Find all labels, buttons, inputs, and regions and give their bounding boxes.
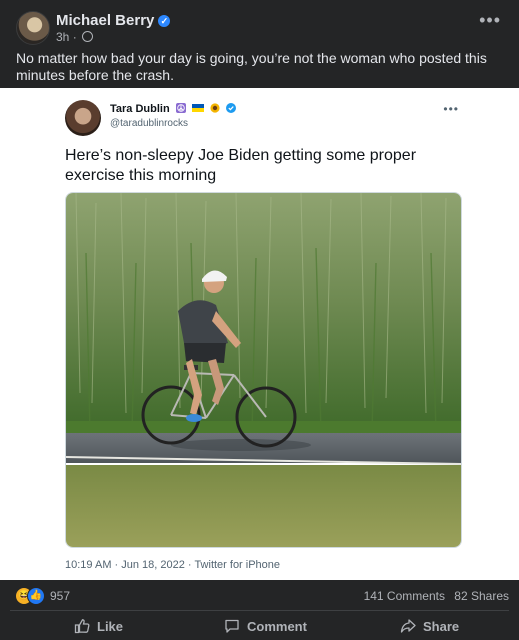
tweet-text: Here’s non-sleepy Joe Biden getting some… bbox=[65, 147, 417, 184]
tweet-photo bbox=[65, 192, 462, 548]
author-avatar[interactable] bbox=[16, 11, 50, 45]
more-icon[interactable]: ••• bbox=[479, 11, 501, 29]
tweet-handle: @taradublinrocks bbox=[110, 118, 188, 129]
post-caption: No matter how bad your day is going, you… bbox=[16, 50, 487, 83]
action-bar: Like Comment Share bbox=[0, 612, 519, 640]
tweet-card: Tara Dublin @taradublinrocks ••• Here’s … bbox=[47, 88, 473, 580]
facebook-post: Michael Berry ✓ 3h · ••• No matter how ba… bbox=[0, 0, 519, 640]
post-stats: 😆 👍 957 141 Comments 82 Shares bbox=[0, 580, 519, 610]
author-name-row: Michael Berry ✓ bbox=[56, 12, 171, 29]
engagement-counts: 141 Comments 82 Shares bbox=[358, 589, 509, 603]
share-icon bbox=[400, 619, 416, 633]
share-button[interactable]: Share bbox=[400, 612, 459, 640]
author-name[interactable]: Michael Berry bbox=[56, 12, 154, 29]
comment-icon bbox=[225, 619, 239, 633]
more-icon: ••• bbox=[443, 102, 459, 116]
tweet-avatar bbox=[65, 100, 101, 136]
cyclist-photo bbox=[66, 193, 461, 547]
globe-icon bbox=[82, 31, 94, 42]
tweet-author-name: Tara Dublin bbox=[110, 103, 170, 115]
sunflower-icon bbox=[210, 103, 220, 113]
like-icon bbox=[74, 619, 90, 634]
shared-image[interactable]: Tara Dublin @taradublinrocks ••• Here’s … bbox=[0, 88, 519, 580]
post-meta: 3h · bbox=[56, 30, 94, 44]
like-label: Like bbox=[97, 618, 124, 634]
like-reaction-icon: 👍 bbox=[27, 587, 45, 605]
divider bbox=[10, 610, 509, 611]
comment-button[interactable]: Comment bbox=[224, 612, 307, 640]
tweet-name-row: Tara Dublin bbox=[110, 103, 236, 115]
reaction-count[interactable]: 957 bbox=[50, 589, 70, 603]
ukraine-flag-icon bbox=[191, 104, 204, 112]
comment-count[interactable]: 141 Comments bbox=[364, 589, 445, 603]
share-count[interactable]: 82 Shares bbox=[454, 589, 509, 603]
verified-icon: ✓ bbox=[158, 15, 171, 27]
tweet-timestamp: 10:19 AM · Jun 18, 2022 · Twitter for iP… bbox=[65, 559, 281, 571]
peace-icon bbox=[175, 103, 186, 113]
verified-icon bbox=[225, 103, 236, 113]
post-time[interactable]: 3h bbox=[56, 30, 69, 44]
comment-label: Comment bbox=[247, 618, 307, 634]
post-header: Michael Berry ✓ 3h · ••• No matter how ba… bbox=[0, 0, 519, 88]
share-label: Share bbox=[423, 618, 460, 634]
like-button[interactable]: Like bbox=[74, 612, 123, 640]
